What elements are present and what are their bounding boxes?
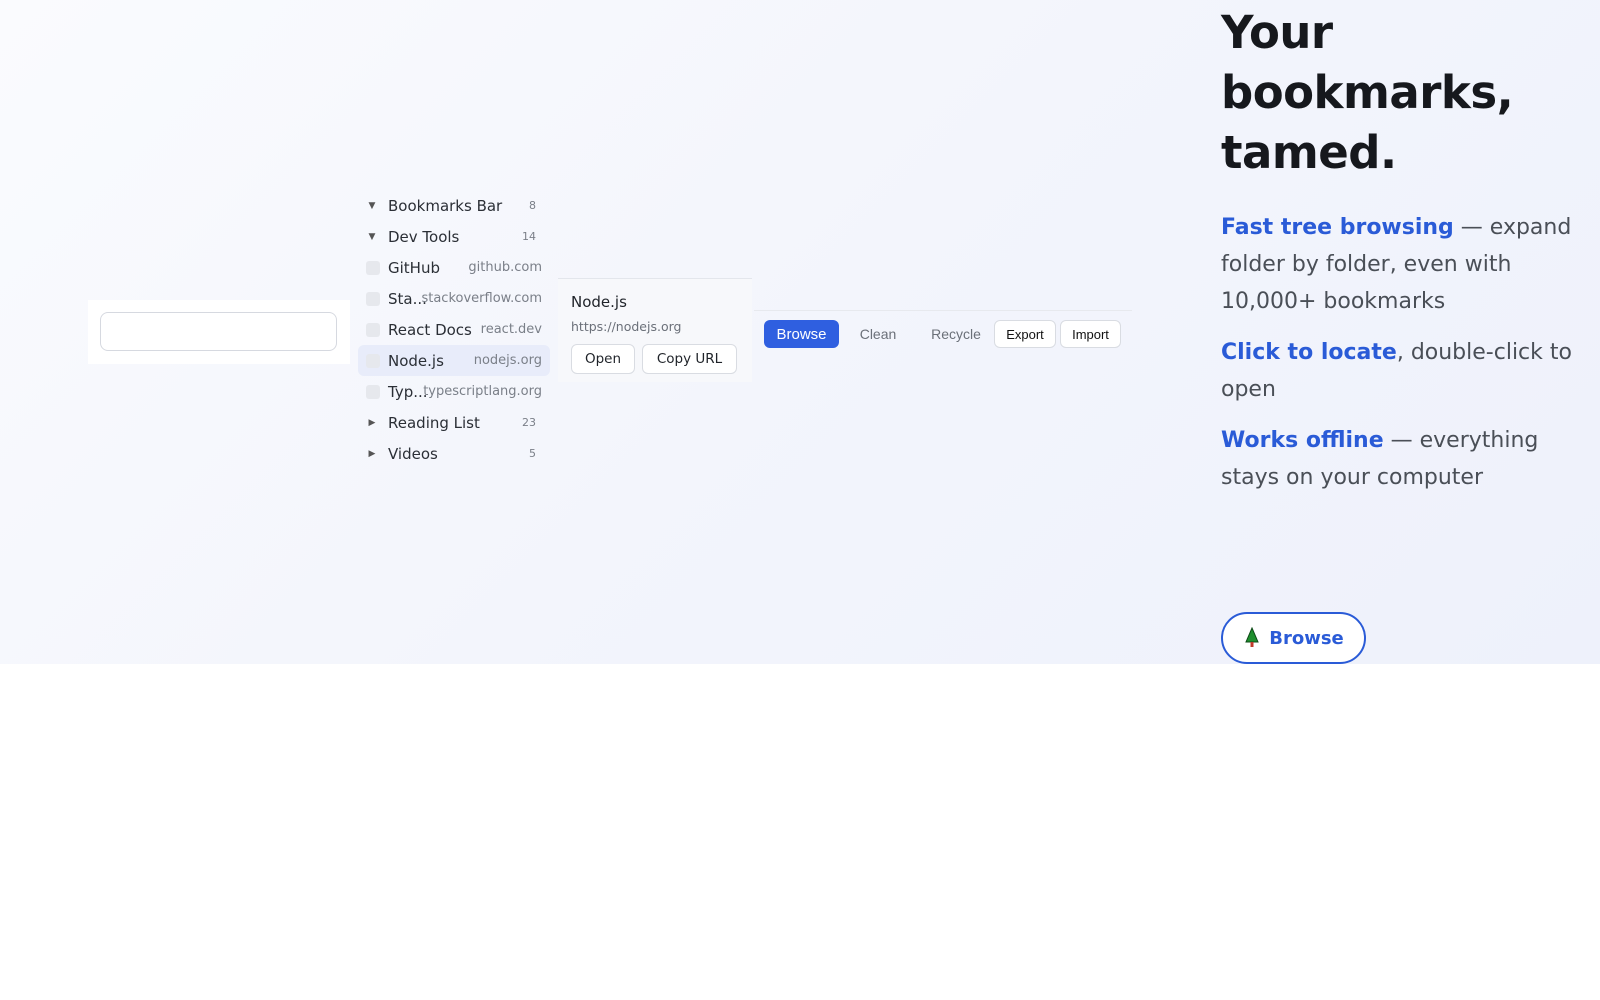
folder-count: 8	[529, 199, 536, 212]
bookmark-label: React Docs	[388, 320, 472, 339]
cta-label: Browse	[1269, 627, 1344, 649]
folder-label: Videos	[388, 444, 438, 463]
clean-button[interactable]: Clean	[848, 320, 908, 348]
folder-count: 23	[522, 416, 536, 429]
bookmark-label: Typ...	[388, 382, 428, 401]
search-panel	[88, 300, 350, 364]
marketing-column: Your bookmarks, tamed. Fast tree browsin…	[1221, 0, 1581, 496]
cta-browse-button[interactable]: Browse	[1221, 612, 1366, 664]
bookmark-typescript[interactable]: Typ... typescriptlang.org	[358, 376, 550, 407]
bookmark-domain: stackoverflow.com	[421, 291, 542, 306]
feature-accent: Fast tree browsing	[1221, 215, 1454, 240]
folder-dev-tools[interactable]: ▼ Dev Tools 14	[358, 221, 550, 252]
bookmark-domain: github.com	[468, 260, 542, 275]
copy-url-button[interactable]: Copy URL	[642, 344, 737, 374]
bookmark-domain: react.dev	[480, 322, 542, 337]
caret-right-icon: ▶	[368, 417, 376, 428]
bookmark-label: Node.js	[388, 351, 444, 370]
folder-videos[interactable]: ▶ Videos 5	[358, 438, 550, 469]
caret-down-icon: ▼	[368, 231, 376, 242]
headline-line: Your	[1221, 6, 1333, 59]
feature-offline: Works offline — everything stays on your…	[1221, 422, 1581, 496]
bookmark-tree: ▼ Bookmarks Bar 8 ▼ Dev Tools 14 GitHub …	[358, 190, 550, 469]
folder-count: 5	[529, 447, 536, 460]
folder-bookmarks-bar[interactable]: ▼ Bookmarks Bar 8	[358, 190, 550, 221]
search-input[interactable]	[100, 312, 337, 351]
open-button[interactable]: Open	[571, 344, 635, 374]
bookmark-github[interactable]: GitHub github.com	[358, 252, 550, 283]
folder-count: 14	[522, 230, 536, 243]
bookmark-domain: typescriptlang.org	[423, 384, 542, 399]
toolbar: Browse Clean Recycle Export Import	[754, 310, 1132, 356]
folder-label: Dev Tools	[388, 227, 460, 246]
bookmark-checkbox[interactable]	[366, 353, 380, 368]
export-button[interactable]: Export	[994, 320, 1056, 348]
bookmark-checkbox[interactable]	[366, 260, 380, 275]
detail-url: https://nodejs.org	[571, 319, 682, 334]
headline-line: bookmarks,	[1221, 66, 1514, 119]
feature-accent: Click to locate	[1221, 340, 1397, 365]
bookmark-checkbox[interactable]	[366, 291, 380, 306]
bookmark-domain: nodejs.org	[473, 353, 542, 368]
recycle-button[interactable]: Recycle	[918, 320, 994, 348]
detail-title: Node.js	[571, 293, 627, 311]
headline: Your bookmarks, tamed.	[1221, 3, 1581, 183]
bookmark-checkbox[interactable]	[366, 384, 380, 399]
bookmark-detail-panel: Node.js https://nodejs.org Open Copy URL	[558, 278, 752, 382]
import-button[interactable]: Import	[1060, 320, 1121, 348]
tree-icon	[1245, 627, 1259, 647]
bookmark-checkbox[interactable]	[366, 322, 380, 337]
folder-label: Reading List	[388, 413, 480, 432]
bookmark-nodejs[interactable]: Node.js nodejs.org	[358, 345, 550, 376]
folder-reading-list[interactable]: ▶ Reading List 23	[358, 407, 550, 438]
browse-button[interactable]: Browse	[764, 320, 839, 348]
caret-right-icon: ▶	[368, 448, 376, 459]
feature-click-locate: Click to locate, double-click to open	[1221, 334, 1581, 408]
bookmark-react-docs[interactable]: React Docs react.dev	[358, 314, 550, 345]
feature-tree-browsing: Fast tree browsing — expand folder by fo…	[1221, 209, 1581, 320]
feature-accent: Works offline	[1221, 428, 1384, 453]
bookmark-label: GitHub	[388, 258, 440, 277]
bookmark-stackoverflow[interactable]: Sta... stackoverflow.com	[358, 283, 550, 314]
headline-line: tamed.	[1221, 126, 1397, 179]
caret-down-icon: ▼	[368, 200, 376, 211]
folder-label: Bookmarks Bar	[388, 196, 503, 215]
